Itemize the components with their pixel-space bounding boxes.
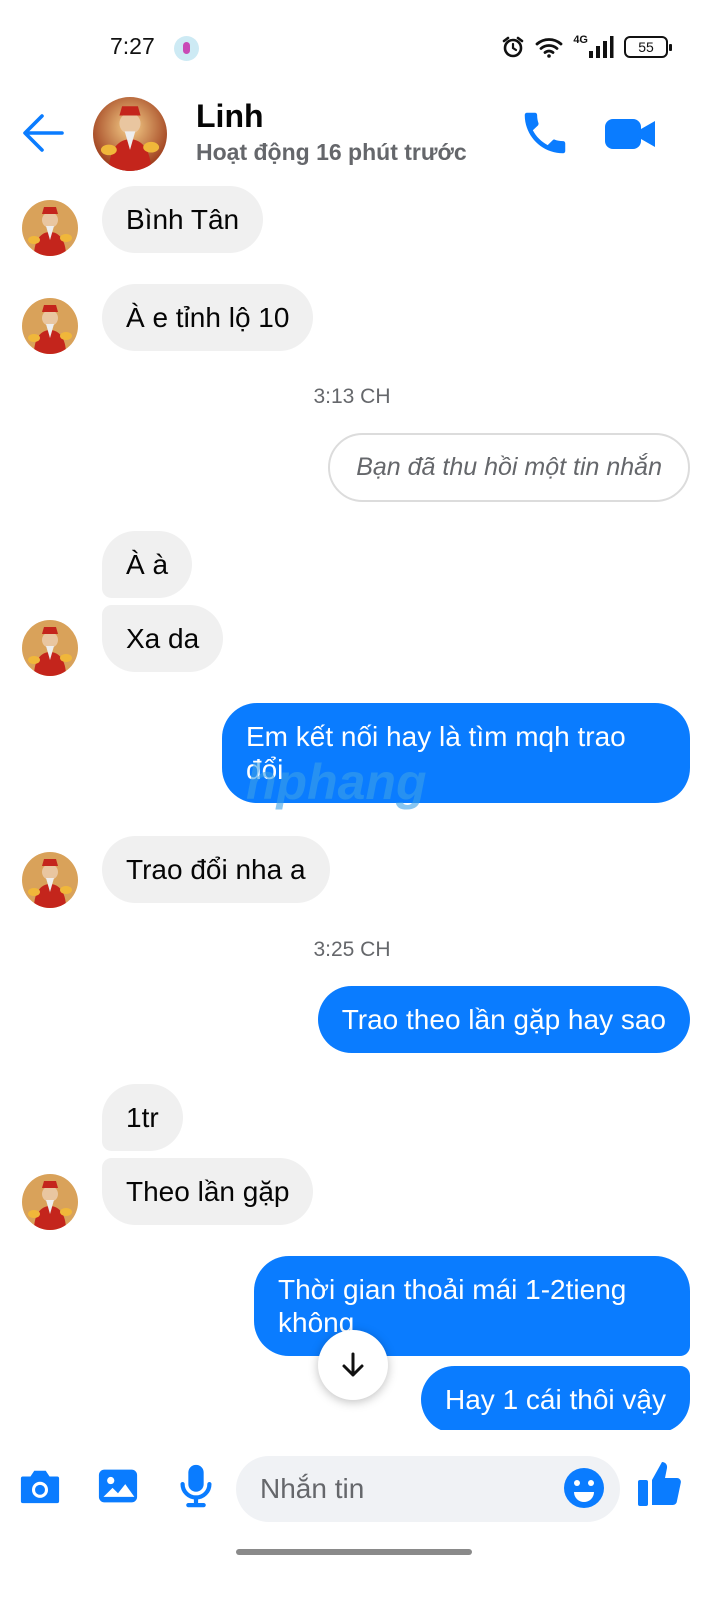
avatar-image [22,620,78,676]
app-notification-icon [174,36,199,61]
microphone-icon [180,1464,212,1508]
status-bar: 7:27 4G 55 [0,0,720,90]
incoming-message[interactable]: Bình Tân [102,186,264,253]
outgoing-message[interactable]: Hay 1 cái thôi vậy [421,1366,690,1430]
video-call-button[interactable] [603,106,659,160]
sender-avatar[interactable] [22,852,78,908]
conversation-header: Linh Hoạt động 16 phút trước [0,90,720,178]
avatar-image [22,852,78,908]
signal-icon [589,36,614,58]
phone-icon [524,112,566,154]
emoji-icon [564,1468,604,1508]
back-arrow-icon [23,114,64,152]
battery-indicator: 55 [624,36,672,58]
emoji-button[interactable] [560,1464,608,1512]
contact-avatar[interactable] [93,97,167,171]
message-composer [0,1440,720,1540]
avatar-image [22,1174,78,1230]
outgoing-message[interactable]: Em kết nối hay là tìm mqh trao đổi [222,703,690,803]
voice-call-button[interactable] [518,106,572,160]
avatar-image [93,97,167,171]
contact-name[interactable]: Linh [196,98,264,135]
outgoing-message[interactable]: Trao theo lần gặp hay sao [317,986,690,1053]
avatar-image [22,298,78,354]
voice-message-button[interactable] [172,1462,220,1510]
sender-avatar[interactable] [22,298,78,354]
message-thread[interactable]: Bình Tân À e tỉnh lộ 10 3:13 CH Bạn đã t… [0,178,720,1430]
camera-icon [20,1470,60,1504]
message-timestamp: 3:25 CH [313,938,391,961]
home-indicator[interactable] [236,1549,472,1555]
wifi-icon [535,38,563,58]
thumbs-up-icon [638,1462,681,1506]
incoming-message[interactable]: Theo lần gặp [102,1158,314,1225]
avatar-image [22,200,78,256]
gallery-button[interactable] [94,1462,142,1510]
camera-button[interactable] [16,1462,64,1510]
back-button[interactable] [18,108,68,158]
message-timestamp: 3:13 CH [313,385,391,408]
arrow-down-icon [342,1352,364,1377]
alarm-icon [503,36,524,58]
status-indicators: 4G 55 [501,33,672,61]
sender-avatar[interactable] [22,200,78,256]
sender-avatar[interactable] [22,620,78,676]
status-time: 7:27 [110,33,155,59]
contact-activity-status: Hoạt động 16 phút trước [196,139,467,165]
incoming-message[interactable]: Xa da [102,605,224,672]
outgoing-message[interactable]: Thời gian thoải mái 1-2tieng không [254,1256,690,1356]
network-label: 4G [573,34,588,46]
scroll-to-bottom-button[interactable] [318,1330,388,1400]
incoming-message[interactable]: Trao đổi nha a [102,836,330,903]
incoming-message[interactable]: À e tỉnh lộ 10 [102,284,314,351]
incoming-message[interactable]: 1tr [102,1084,183,1151]
image-icon [98,1469,138,1503]
incoming-message[interactable]: À à [102,531,193,598]
thumbs-up-button[interactable] [636,1458,684,1510]
sender-avatar[interactable] [22,1174,78,1230]
video-camera-icon [605,119,655,149]
unsent-message-notice[interactable]: Bạn đã thu hồi một tin nhắn [328,433,690,502]
